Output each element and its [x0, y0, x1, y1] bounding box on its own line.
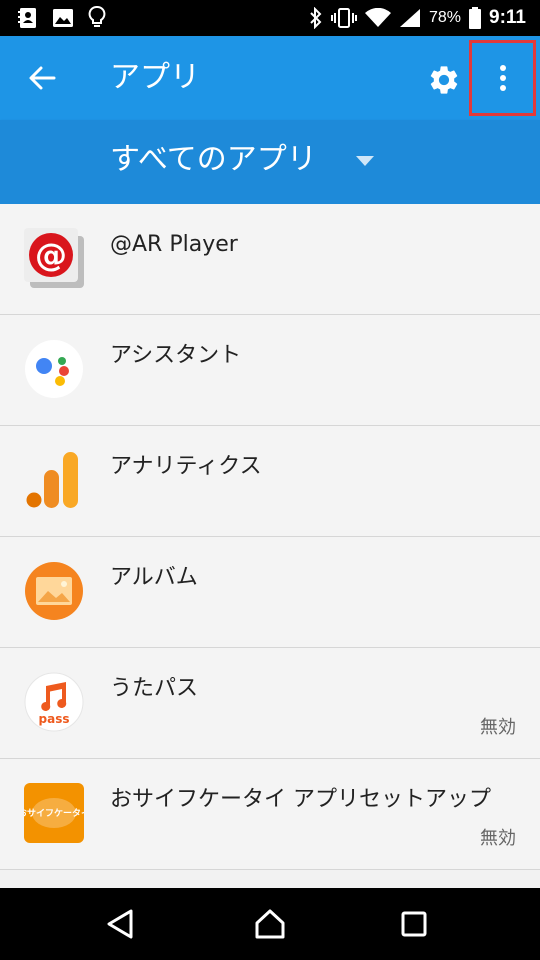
dropdown-arrow-icon — [356, 156, 374, 166]
nav-home-button[interactable] — [240, 898, 300, 950]
navigation-bar — [0, 888, 540, 960]
recents-square-icon — [401, 911, 427, 937]
app-list-item[interactable]: アルバム — [0, 537, 540, 648]
image-notification-icon — [53, 9, 73, 27]
app-status: 無効 — [480, 717, 516, 738]
osaifu-keitai-icon: おサイフケータイ — [24, 783, 84, 843]
nav-recents-button[interactable] — [384, 898, 444, 950]
wifi-icon — [364, 8, 391, 27]
arrow-back-icon — [29, 66, 56, 90]
filter-selected-label: すべてのアプリ — [110, 142, 317, 177]
battery-percent: 78% — [428, 9, 462, 26]
app-list-item[interactable]: pass うたパス 無効 — [0, 648, 540, 759]
analytics-icon — [26, 452, 78, 508]
more-vert-icon — [499, 65, 506, 91]
system-status-icons: 78% 9:11 — [309, 7, 540, 29]
app-name: おサイフケータイ アプリセットアップ — [110, 787, 491, 812]
app-bar: アプリ — [0, 36, 540, 120]
utapass-icon: pass — [24, 672, 84, 732]
contacts-notification-icon — [18, 8, 36, 28]
status-bar: 78% 9:11 — [0, 0, 540, 36]
nav-back-button[interactable] — [90, 898, 150, 950]
triangle-back-icon — [107, 909, 133, 939]
more-options-button[interactable] — [469, 40, 536, 116]
signal-icon — [399, 9, 420, 27]
page-title: アプリ — [110, 60, 200, 95]
ar-player-icon: @ — [24, 228, 84, 288]
home-icon — [255, 909, 285, 939]
bluetooth-icon — [310, 7, 322, 29]
app-status: 無効 — [480, 828, 516, 849]
app-list-item[interactable]: @ @AR Player — [0, 204, 540, 315]
app-list: @ @AR Player アシスタント アナリティクス アルバム pass うた… — [0, 204, 540, 870]
svg-text:おサイフケータイ: おサイフケータイ — [24, 807, 84, 819]
settings-button[interactable] — [420, 56, 468, 104]
album-icon — [25, 562, 83, 620]
app-list-item[interactable]: おサイフケータイ おサイフケータイ アプリセットアップ 無効 — [0, 759, 540, 870]
vibrate-icon — [330, 8, 357, 28]
app-list-item[interactable]: アナリティクス — [0, 426, 540, 537]
app-name: @AR Player — [110, 232, 238, 257]
app-filter-dropdown[interactable]: すべてのアプリ — [0, 120, 540, 204]
assistant-icon — [25, 340, 83, 398]
gear-icon — [430, 66, 458, 94]
lightbulb-notification-icon — [88, 6, 106, 27]
clock: 9:11 — [489, 7, 526, 28]
app-name: アシスタント — [110, 343, 242, 368]
app-name: アナリティクス — [110, 454, 262, 479]
app-name: うたパス — [110, 676, 199, 701]
app-list-item[interactable]: アシスタント — [0, 315, 540, 426]
svg-text:pass: pass — [39, 712, 70, 726]
app-name: アルバム — [110, 565, 198, 590]
battery-icon — [469, 7, 482, 29]
svg-text:@: @ — [35, 236, 67, 274]
back-button[interactable] — [18, 54, 66, 102]
notification-icons — [0, 6, 106, 30]
